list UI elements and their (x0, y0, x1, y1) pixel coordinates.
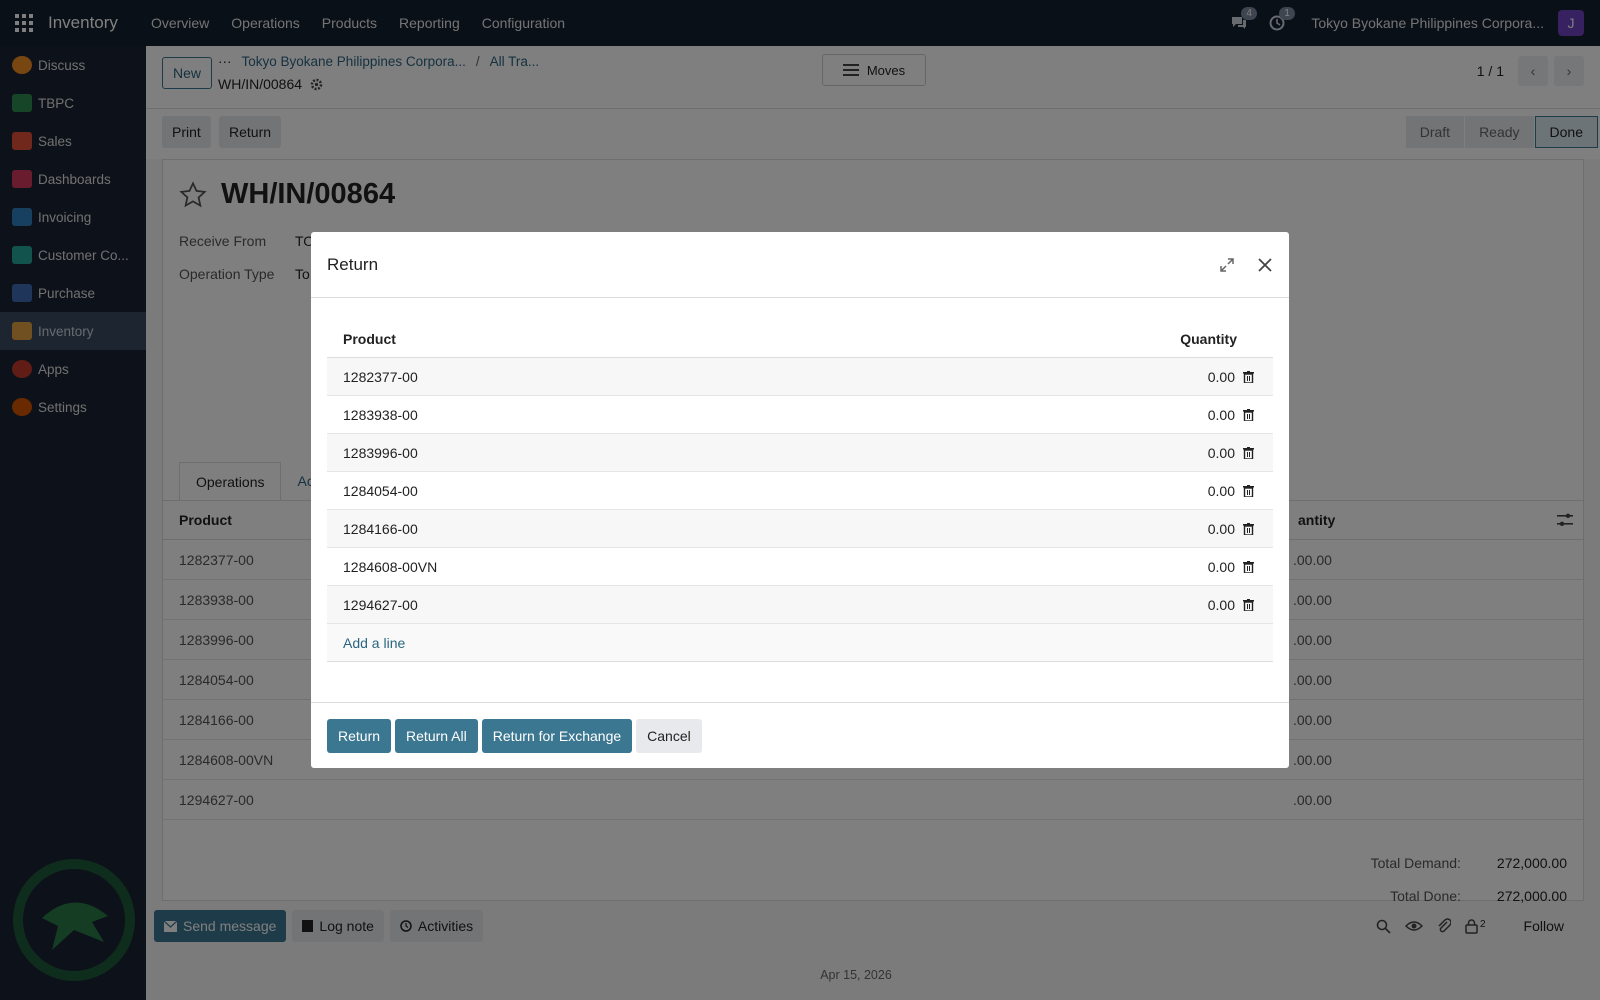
dialog-header: Return (311, 232, 1289, 298)
table-row[interactable]: 1283996-00 0.00 (327, 434, 1273, 472)
trash-icon[interactable] (1243, 370, 1257, 384)
modal-backdrop[interactable]: Return Product Quantity 1282377-00 0.00 1… (0, 0, 1600, 1000)
return-confirm-button[interactable]: Return (327, 718, 392, 753)
dialog-title: Return (327, 254, 379, 274)
trash-icon[interactable] (1243, 560, 1257, 574)
trash-icon[interactable] (1243, 446, 1257, 460)
return-all-button[interactable]: Return All (395, 718, 478, 753)
return-lines-table: Product Quantity 1282377-00 0.00 1283938-… (327, 320, 1273, 662)
table-row[interactable]: 1282377-00 0.00 (327, 358, 1273, 396)
table-row[interactable]: 1283938-00 0.00 (327, 396, 1273, 434)
trash-icon[interactable] (1243, 522, 1257, 536)
dialog-footer: Return Return All Return for Exchange Ca… (311, 702, 1289, 768)
table-header: Product Quantity (327, 320, 1273, 358)
table-body: 1282377-00 0.00 1283938-00 0.00 1283996-00… (327, 358, 1273, 624)
table-row[interactable]: 1284608-00VN 0.00 (327, 548, 1273, 586)
add-line-link[interactable]: Add a line (327, 624, 1273, 662)
return-for-exchange-button[interactable]: Return for Exchange (481, 718, 633, 753)
trash-icon[interactable] (1243, 408, 1257, 422)
trash-icon[interactable] (1243, 598, 1257, 612)
table-row[interactable]: 1294627-00 0.00 (327, 586, 1273, 624)
table-row[interactable]: 1284054-00 0.00 (327, 472, 1273, 510)
expand-icon[interactable] (1219, 257, 1235, 273)
return-dialog: Return Product Quantity 1282377-00 0.00 1… (311, 232, 1289, 768)
table-row[interactable]: 1284166-00 0.00 (327, 510, 1273, 548)
close-icon[interactable] (1257, 257, 1273, 273)
trash-icon[interactable] (1243, 484, 1257, 498)
cancel-button[interactable]: Cancel (636, 718, 702, 753)
